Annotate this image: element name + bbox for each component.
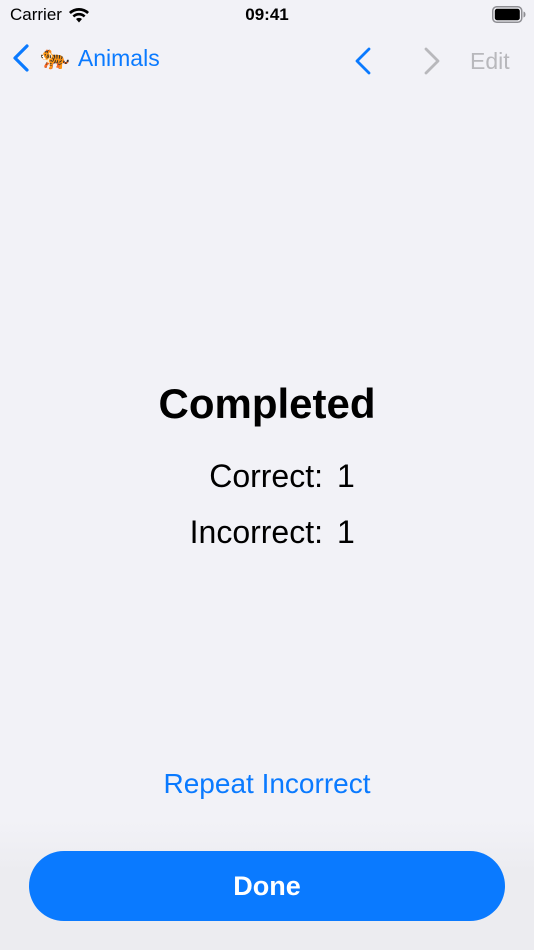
incorrect-count: 1 [337,514,355,550]
repeat-incorrect-button[interactable]: Repeat Incorrect [0,768,534,800]
chevron-left-icon [13,44,29,72]
tiger-icon: 🐅 [40,44,70,71]
edit-button[interactable]: Edit [470,48,510,75]
incorrect-label: Incorrect: [189,514,323,550]
correct-label: Correct: [209,458,323,494]
incorrect-row: Incorrect: 1 [0,514,534,570]
score-summary: Correct: 1 Incorrect: 1 [0,458,534,570]
navigation-bar: 🐅 Animals Edit [0,40,534,84]
correct-count: 1 [337,458,355,494]
done-button[interactable]: Done [29,851,505,921]
battery-icon [492,6,526,23]
quiz-results-screen: Carrier 09:41 🐅 Animals Edit Completed C… [0,0,534,950]
status-bar: Carrier 09:41 [0,0,534,30]
back-button-label: Animals [77,44,160,71]
correct-row: Correct: 1 [0,458,534,514]
back-button[interactable]: 🐅 Animals [12,44,160,72]
next-button[interactable] [421,46,443,76]
completed-title: Completed [158,380,376,427]
status-time: 09:41 [245,5,289,24]
done-button-label: Done [233,870,301,901]
previous-button[interactable] [352,46,374,76]
